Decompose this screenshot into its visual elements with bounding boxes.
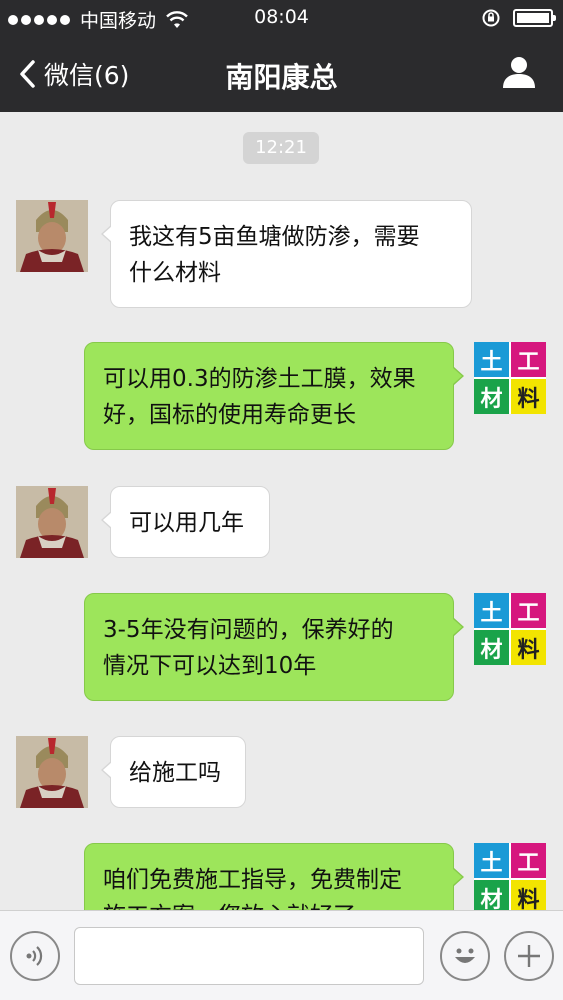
general-portrait-icon [16,200,88,272]
message-line: 施工方案，您放心就好了 [103,898,435,910]
general-portrait-icon [16,736,88,808]
logo-char: 材 [474,379,509,414]
voice-button[interactable] [10,931,60,981]
message-bubble-outgoing[interactable]: 3-5年没有问题的，保养好的 情况下可以达到10年 [84,593,464,701]
logo-char: 工 [511,593,546,628]
smiley-icon [455,948,475,963]
message-input[interactable] [74,927,424,985]
message-bubble-incoming[interactable]: 给施工吗 [101,736,246,808]
message-bubble-incoming[interactable]: 我这有5亩鱼塘做防渗，需要 什么材料 [101,200,472,308]
message-bubble-outgoing[interactable]: 咱们免费施工指导，免费制定 施工方案，您放心就好了 [84,843,464,910]
status-time: 08:04 [254,6,309,28]
contact-avatar[interactable] [16,486,88,558]
profile-icon[interactable] [501,54,537,90]
message-line: 咱们免费施工指导，免费制定 [103,867,402,893]
more-button[interactable] [504,931,554,981]
chat-timestamp: 12:21 [243,132,319,164]
logo-char: 料 [511,880,546,910]
battery-icon [513,9,556,27]
emoji-button[interactable] [440,931,490,981]
logo-char: 土 [474,593,509,628]
input-bar [0,910,563,1000]
message-line: 可以用几年 [129,510,244,536]
logo-char: 料 [511,379,546,414]
logo-char: 材 [474,880,509,910]
my-avatar[interactable]: 土 工 材 料 [474,843,546,910]
logo-char: 土 [474,342,509,377]
message-bubble-incoming[interactable]: 可以用几年 [101,486,270,558]
nav-bar: 微信(6) 南阳康总 [0,36,563,112]
general-portrait-icon [16,486,88,558]
status-bar: 中国移动 08:04 [0,0,563,36]
rotation-lock-icon [482,9,500,27]
voice-icon [26,946,43,966]
logo-char: 工 [511,843,546,878]
message-line: 给施工吗 [129,760,221,786]
plus-icon [518,945,540,967]
message-bubble-outgoing[interactable]: 可以用0.3的防渗土工膜，效果 好，国标的使用寿命更长 [84,342,464,450]
contact-avatar[interactable] [16,736,88,808]
contact-avatar[interactable] [16,200,88,272]
chat-area[interactable]: 12:21 我这有5亩鱼塘做防渗，需要 什么材料 土 工 材 料 可以用0.3的… [0,112,563,910]
logo-char: 工 [511,342,546,377]
logo-char: 材 [474,630,509,665]
back-button-label: 微信(6) [44,61,130,90]
my-avatar[interactable]: 土 工 材 料 [474,342,546,414]
logo-char: 料 [511,630,546,665]
message-line: 情况下可以达到10年 [103,653,317,679]
message-line: 可以用0.3的防渗土工膜，效果 [103,366,416,392]
message-line: 我这有5亩鱼塘做防渗，需要 [129,224,420,250]
chevron-left-icon [20,60,35,88]
message-line: 什么材料 [129,260,221,286]
my-avatar[interactable]: 土 工 材 料 [474,593,546,665]
message-line: 好，国标的使用寿命更长 [103,402,356,428]
message-line: 3-5年没有问题的，保养好的 [103,617,394,643]
status-right [481,8,556,28]
logo-char: 土 [474,843,509,878]
back-button[interactable]: 微信(6) [18,56,129,92]
